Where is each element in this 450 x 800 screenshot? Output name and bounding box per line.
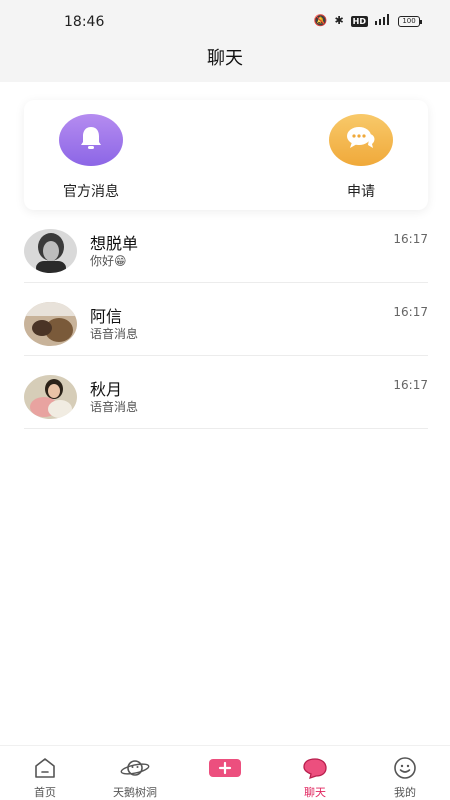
bell-icon: [76, 123, 106, 157]
chat-time: 16:17: [393, 232, 428, 246]
avatar: [24, 302, 77, 346]
chat-row[interactable]: 想脱单 你好😁 16:17: [24, 210, 428, 283]
avatar: [24, 229, 77, 273]
apply-label: 申请: [347, 184, 375, 200]
nav-chat[interactable]: 聊天: [280, 756, 350, 800]
chat-icon: [280, 756, 350, 780]
chat-preview: 你好😁: [90, 254, 127, 268]
bottom-nav: 首页 天鹅树洞 聊天 我的: [0, 745, 450, 800]
nav-treehole-label: 天鹅树洞: [113, 786, 157, 799]
nav-mine[interactable]: 我的: [370, 756, 440, 800]
chat-row[interactable]: 秋月 语音消息 16:17: [24, 356, 428, 429]
plus-icon: [190, 756, 260, 780]
signal-icon: [375, 14, 391, 28]
official-messages-label: 官方消息: [63, 184, 119, 200]
mute-icon: 🔕: [313, 14, 328, 27]
nav-post-button[interactable]: [190, 756, 260, 784]
battery-icon: 100: [398, 15, 422, 27]
header: 聊天: [0, 40, 450, 82]
nav-chat-label: 聊天: [304, 786, 326, 799]
avatar: [24, 375, 77, 419]
chat-time: 16:17: [393, 305, 428, 319]
official-messages-entry[interactable]: 官方消息: [46, 114, 136, 201]
top-entries-card: 官方消息 申请: [24, 100, 428, 210]
status-icons: 🔕 ✱ HD 100: [313, 14, 422, 28]
nav-mine-label: 我的: [394, 786, 416, 799]
apply-icon-circle: [329, 114, 393, 166]
planet-icon: [100, 756, 170, 780]
home-icon: [10, 756, 80, 780]
status-time: 18:46: [64, 14, 105, 30]
nav-home-label: 首页: [34, 786, 56, 799]
chat-preview: 语音消息: [90, 327, 139, 341]
chat-name: 想脱单: [90, 234, 139, 253]
smiley-icon: [370, 756, 440, 780]
page-title: 聊天: [207, 48, 243, 69]
chat-name: 阿信: [90, 307, 123, 326]
chat-time: 16:17: [393, 378, 428, 392]
status-bar: 18:46 🔕 ✱ HD 100: [0, 0, 450, 40]
chat-name: 秋月: [90, 380, 123, 399]
official-messages-icon-circle: [59, 114, 123, 166]
chat-bubble-icon: [344, 123, 378, 157]
nav-home[interactable]: 首页: [10, 756, 80, 800]
chat-preview: 语音消息: [90, 400, 139, 414]
nav-treehole[interactable]: 天鹅树洞: [100, 756, 170, 800]
apply-entry[interactable]: 申请: [316, 114, 406, 201]
chat-row[interactable]: 阿信 语音消息 16:17: [24, 283, 428, 356]
bluetooth-icon: ✱: [334, 14, 344, 27]
chat-list: 想脱单 你好😁 16:17 阿信 语音消息 16:17 秋月 语音消息 16:1…: [24, 210, 428, 429]
hd-icon: HD: [350, 15, 368, 27]
